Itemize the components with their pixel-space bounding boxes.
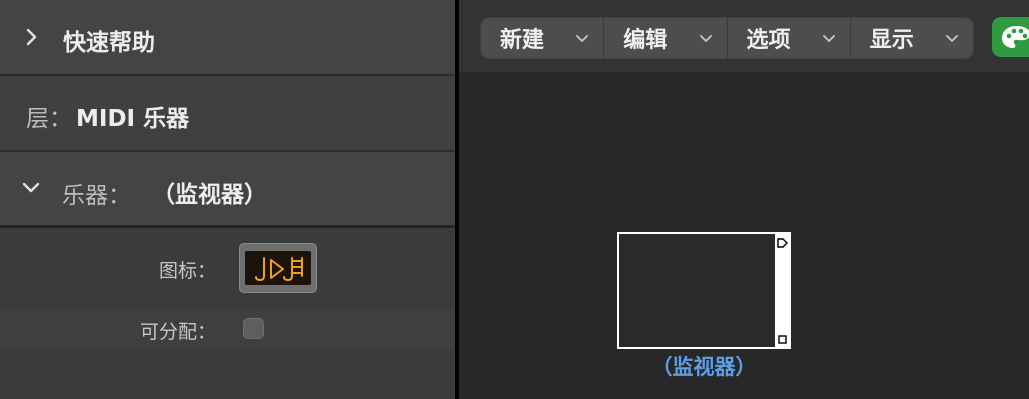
view-menu-label: 显示 <box>869 28 914 53</box>
chevron-right-icon[interactable] <box>22 28 40 46</box>
environment-canvas[interactable]: （监视器） <box>459 72 1029 399</box>
layer-row: 层： MIDI 乐器 <box>0 76 455 152</box>
instrument-icon-button[interactable] <box>239 243 317 293</box>
monitor-object-label[interactable]: （监视器） <box>617 351 791 381</box>
midi-notes-instrument-icon <box>255 257 303 281</box>
assignable-checkbox[interactable] <box>243 318 264 339</box>
output-port-icon[interactable] <box>776 334 790 346</box>
inspector-empty-area <box>0 350 455 399</box>
assignable-label: 可分配： <box>139 321 216 343</box>
assignable-property-row: 可分配： <box>0 310 455 350</box>
layer-value: MIDI 乐器 <box>76 106 190 132</box>
palette-icon <box>1002 26 1029 48</box>
instrument-section-header[interactable]: 乐器： （监视器） <box>0 152 455 228</box>
icon-property-label: 图标： <box>158 260 216 282</box>
monitor-port-strip <box>775 234 789 347</box>
edit-menu-label: 编辑 <box>623 28 668 53</box>
chevron-down-icon <box>822 35 835 42</box>
menu-button-group: 新建 编辑 选项 显示 <box>480 17 974 59</box>
instrument-label: 乐器： <box>62 183 131 209</box>
chevron-down-icon <box>699 35 712 42</box>
layer-label: 层： <box>26 106 72 132</box>
instrument-name[interactable]: （监视器） <box>152 175 267 209</box>
palette-button[interactable] <box>992 17 1029 57</box>
chevron-down-icon <box>946 35 958 42</box>
quick-help-row[interactable]: 快速帮助 <box>0 0 455 76</box>
new-menu-button[interactable]: 新建 <box>481 18 605 58</box>
chevron-down-icon <box>576 35 589 42</box>
environment-toolbar: 新建 编辑 选项 显示 <box>459 0 1029 72</box>
view-menu-button[interactable]: 显示 <box>851 18 973 58</box>
icon-property-row: 图标： <box>0 228 455 310</box>
inspector-panel: 快速帮助 层： MIDI 乐器 乐器： （监视器） 图标： 可分配： <box>0 0 455 399</box>
chevron-down-icon[interactable] <box>22 179 40 197</box>
new-menu-label: 新建 <box>500 28 545 53</box>
options-menu-button[interactable]: 选项 <box>728 18 851 58</box>
quick-help-title: 快速帮助 <box>63 30 155 56</box>
input-port-icon[interactable] <box>776 236 790 250</box>
monitor-object[interactable] <box>617 232 791 349</box>
edit-menu-button[interactable]: 编辑 <box>604 18 728 58</box>
options-menu-label: 选项 <box>746 28 791 53</box>
